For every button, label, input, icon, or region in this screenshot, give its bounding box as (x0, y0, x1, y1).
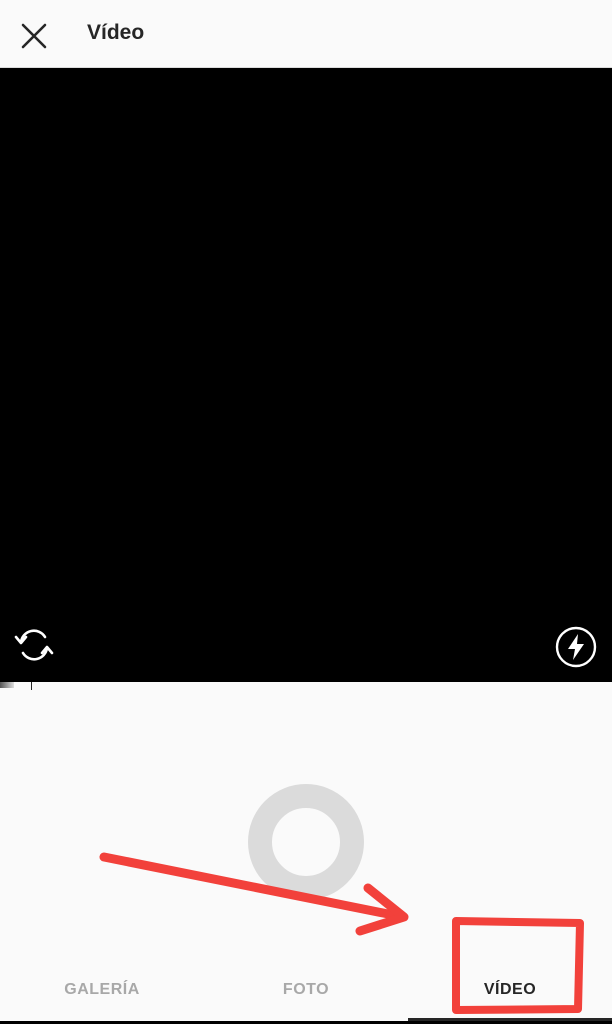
tab-video[interactable]: VÍDEO (408, 962, 612, 1018)
recording-progress-bar (0, 682, 612, 690)
flash-button[interactable] (553, 624, 599, 670)
progress-min-tick (31, 682, 32, 690)
flash-icon (555, 626, 597, 668)
page-title: Vídeo (87, 21, 145, 44)
top-bar: Vídeo (0, 0, 612, 68)
annotation-arrow-head (355, 883, 409, 936)
progress-start-marker (0, 682, 14, 688)
switch-camera-button[interactable] (12, 623, 56, 667)
camera-viewfinder[interactable] (0, 68, 612, 682)
close-button[interactable] (16, 18, 52, 54)
tab-galeria[interactable]: GALERÍA (0, 962, 204, 1018)
tab-foto[interactable]: FOTO (204, 962, 408, 1018)
close-icon (21, 23, 47, 49)
switch-camera-icon (14, 629, 54, 661)
record-button[interactable] (248, 784, 364, 900)
mode-tabs: GALERÍA FOTO VÍDEO (0, 962, 612, 1018)
